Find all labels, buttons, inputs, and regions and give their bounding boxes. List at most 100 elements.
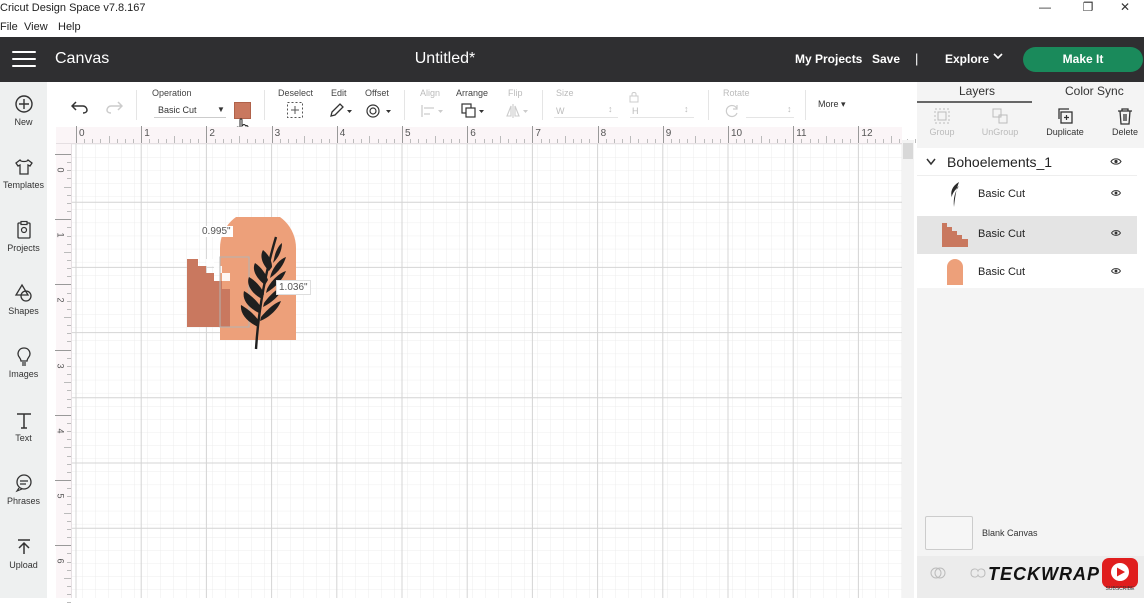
layer-row-stairs[interactable]: Basic Cut (917, 216, 1137, 254)
more-menu[interactable]: More ▾ (818, 99, 846, 110)
sidebar-item-label: Upload (9, 560, 38, 570)
layer-row-leaf[interactable]: Basic Cut (917, 176, 1137, 214)
layer-row-arch[interactable]: Basic Cut (917, 254, 1137, 292)
minimize-icon[interactable]: — (1025, 0, 1065, 18)
sidebar-item-label: Shapes (8, 306, 39, 316)
vertical-ruler: 0 1 2 3 4 5 6 (55, 144, 72, 603)
sidebar-item-projects[interactable]: Projects (0, 220, 47, 253)
blank-canvas-row[interactable]: Blank Canvas (925, 516, 1137, 554)
sidebar-item-images[interactable]: Images (0, 346, 47, 379)
duplicate-button[interactable]: Duplicate (1037, 107, 1093, 137)
arrange-icon[interactable] (461, 103, 487, 119)
eye-icon[interactable] (1110, 267, 1122, 275)
make-it-button[interactable]: Make It (1023, 47, 1143, 72)
scrollbar-thumb[interactable] (903, 143, 913, 159)
left-sidebar: New Templates Projects Shapes Images Tex… (0, 82, 47, 598)
group-button[interactable]: Group (914, 107, 970, 137)
delete-button[interactable]: Delete (1097, 107, 1144, 137)
edit-label: Edit (331, 88, 347, 98)
design-canvas[interactable]: 0 1 2 3 4 5 6 7 8 9 10 11 12 0123456 0.9… (55, 126, 917, 603)
sidebar-item-text[interactable]: Text (0, 410, 47, 443)
align-label: Align (420, 88, 441, 98)
redo-icon[interactable] (105, 100, 123, 114)
sidebar-item-phrases[interactable]: Phrases (0, 473, 47, 506)
eye-icon[interactable] (1110, 157, 1122, 166)
sidebar-item-new[interactable]: New (0, 94, 47, 127)
sidebar-item-templates[interactable]: Templates (0, 157, 47, 190)
rotate-input (746, 117, 794, 118)
tab-color-sync[interactable]: Color Sync (1065, 84, 1124, 98)
lightbulb-icon (16, 347, 31, 366)
operation-color-swatch[interactable] (234, 102, 251, 119)
window-title: Cricut Design Space v7.8.167 (0, 2, 146, 14)
ruler-x-label: 2 (209, 128, 215, 139)
blank-canvas-label: Blank Canvas (982, 528, 1038, 538)
operation-value: Basic Cut (158, 105, 197, 115)
text-icon (16, 413, 31, 429)
ruler-x-label: 6 (470, 128, 476, 139)
sidebar-item-label: Phrases (6, 496, 41, 506)
my-projects-link[interactable]: My Projects (795, 52, 862, 66)
save-button[interactable]: Save (872, 52, 900, 66)
size-label: Size (556, 88, 574, 98)
operation-select[interactable]: Basic Cut ▼ (154, 102, 226, 118)
sidebar-item-shapes[interactable]: Shapes (0, 283, 47, 316)
ungroup-button[interactable]: UnGroup (972, 107, 1028, 137)
deselect-icon[interactable] (286, 101, 304, 119)
rotate-label: Rotate (723, 88, 750, 98)
explore-menu[interactable]: Explore (945, 52, 989, 66)
ruler-x-label: 12 (861, 128, 873, 139)
window-title-bar: Cricut Design Space v7.8.167 — ❐ ✕ (0, 0, 1144, 18)
ungroup-label: UnGroup (981, 127, 1019, 137)
sidebar-item-label: Text (15, 433, 32, 443)
size-h-label: H (632, 106, 639, 116)
ruler-y-label: 2 (55, 297, 66, 303)
spinner-icon: ↕ (608, 104, 613, 114)
horizontal-ruler: 0 1 2 3 4 5 6 7 8 9 10 11 12 (56, 126, 917, 144)
ungroup-icon (992, 108, 1008, 124)
tab-layers[interactable]: Layers (959, 84, 995, 98)
offset-label: Offset (365, 88, 389, 98)
ruler-x-label: 1 (144, 128, 150, 139)
ruler-y-label: 5 (55, 493, 66, 499)
duplicate-icon (1058, 108, 1073, 124)
rotate-icon (725, 104, 738, 118)
chevron-down-icon[interactable] (992, 50, 1004, 65)
operation-label: Operation (152, 88, 192, 98)
menu-view[interactable]: View (24, 21, 48, 33)
offset-icon[interactable] (365, 103, 393, 119)
close-icon[interactable]: ✕ (1105, 0, 1144, 18)
layers-list: Bohoelements_1 Basic Cut Basic Cut Basic… (917, 148, 1144, 288)
layer-group-row[interactable]: Bohoelements_1 (917, 148, 1137, 176)
eye-icon[interactable] (1110, 189, 1122, 197)
restore-icon[interactable]: ❐ (1068, 0, 1108, 18)
menu-file[interactable]: File (0, 21, 18, 33)
height-input (630, 117, 694, 118)
clipboard-icon (16, 220, 31, 239)
width-readout: 0.995" (200, 226, 233, 237)
header-separator: | (915, 51, 919, 66)
trash-icon (1118, 108, 1132, 125)
canvas-grid[interactable] (72, 144, 902, 598)
weld-icon (970, 568, 986, 578)
arrange-label: Arrange (456, 88, 489, 98)
spinner-icon: ↕ (787, 104, 792, 114)
blank-canvas-swatch[interactable] (925, 516, 973, 550)
speech-bubble-icon (14, 474, 32, 493)
ruler-x-label: 10 (731, 128, 743, 139)
document-title[interactable]: Untitled* (0, 50, 890, 68)
undo-icon[interactable] (71, 100, 89, 114)
eye-icon[interactable] (1110, 229, 1122, 237)
ruler-x-label: 5 (405, 128, 411, 139)
chevron-down-icon[interactable] (926, 158, 936, 166)
deselect-label: Deselect (278, 88, 314, 98)
canvas-vertical-scrollbar[interactable] (902, 140, 914, 598)
menu-help[interactable]: Help (58, 21, 81, 33)
pencil-icon[interactable] (328, 103, 354, 119)
ruler-x-label: 0 (79, 128, 85, 139)
ruler-x-label: 7 (535, 128, 541, 139)
ruler-y-label: 4 (55, 428, 66, 434)
flip-icon (506, 104, 528, 118)
leaf-thumbnail (951, 182, 959, 207)
sidebar-item-upload[interactable]: Upload (0, 537, 47, 570)
